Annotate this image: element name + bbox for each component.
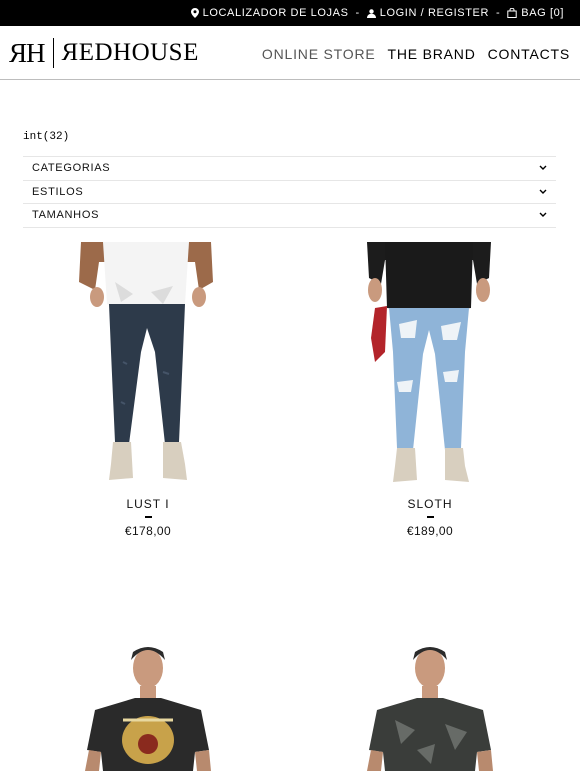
filter-label: ESTILOS (32, 185, 84, 198)
chevron-down-icon (539, 165, 547, 171)
product-image[interactable] (305, 640, 555, 771)
store-locator-link[interactable]: LOCALIZADOR DE LOJAS (190, 7, 349, 19)
shopping-bag-icon (507, 8, 517, 18)
chevron-down-icon (539, 189, 547, 195)
login-register-link[interactable]: LOGIN / REGISTER (366, 7, 490, 19)
product-photo-jeans-ripped (367, 242, 491, 482)
product-card-lust-i[interactable]: LUST I €178,00 (23, 242, 273, 538)
main-nav: ONLINE STORE THE BRAND CONTACTS (262, 46, 570, 62)
filter-tamanhos[interactable]: TAMANHOS (23, 204, 556, 228)
nav-the-brand[interactable]: THE BRAND (388, 46, 476, 62)
product-photo-tshirt-washed (367, 647, 493, 771)
bag-link[interactable]: BAG [0] (507, 7, 564, 19)
logo-divider (52, 38, 54, 68)
separator: - (355, 7, 360, 19)
filter-categorias[interactable]: CATEGORIAS (23, 157, 556, 181)
login-register-label: LOGIN / REGISTER (379, 7, 490, 19)
product-image[interactable] (305, 242, 555, 497)
bag-label: BAG [0] (521, 7, 564, 19)
store-locator-label: LOCALIZADOR DE LOJAS (202, 7, 349, 19)
filter-estilos[interactable]: ESTILOS (23, 181, 556, 204)
product-price: €178,00 (124, 524, 172, 538)
product-name[interactable]: SLOTH (305, 497, 555, 511)
chevron-down-icon (539, 212, 547, 218)
product-name[interactable]: LUST I (23, 497, 273, 511)
product-card-sloth[interactable]: SLOTH €189,00 (305, 242, 555, 538)
redhouse-logo[interactable]: ЯH ЯEDHOUSE (9, 38, 199, 68)
top-utility-links: LOCALIZADOR DE LOJAS - LOGIN / REGISTER … (190, 0, 564, 26)
top-utility-bar: LOCALIZADOR DE LOJAS - LOGIN / REGISTER … (0, 0, 580, 26)
nav-online-store[interactable]: ONLINE STORE (262, 46, 376, 62)
logo-wordmark: ЯEDHOUSE (61, 39, 199, 66)
product-image[interactable] (23, 640, 273, 771)
filter-accordion: CATEGORIAS ESTILOS TAMANHOS (23, 156, 556, 228)
site-header: ЯH ЯEDHOUSE ONLINE STORE THE BRAND CONTA… (0, 26, 580, 80)
name-divider (144, 516, 152, 518)
logo-monogram: ЯH (9, 37, 46, 68)
separator: - (496, 7, 501, 19)
product-image[interactable] (23, 242, 273, 497)
name-divider (426, 516, 434, 518)
debug-output-text: int(32) (23, 131, 70, 143)
nav-contacts[interactable]: CONTACTS (488, 46, 570, 62)
filter-label: TAMANHOS (32, 209, 100, 222)
product-photo-jeans-black (79, 242, 213, 480)
product-card[interactable] (305, 640, 555, 771)
user-icon (366, 8, 376, 18)
product-card[interactable] (23, 640, 273, 771)
product-price: €189,00 (406, 524, 454, 538)
filter-label: CATEGORIAS (32, 162, 111, 175)
map-pin-icon (190, 8, 199, 18)
product-photo-tshirt-printed (85, 647, 211, 771)
